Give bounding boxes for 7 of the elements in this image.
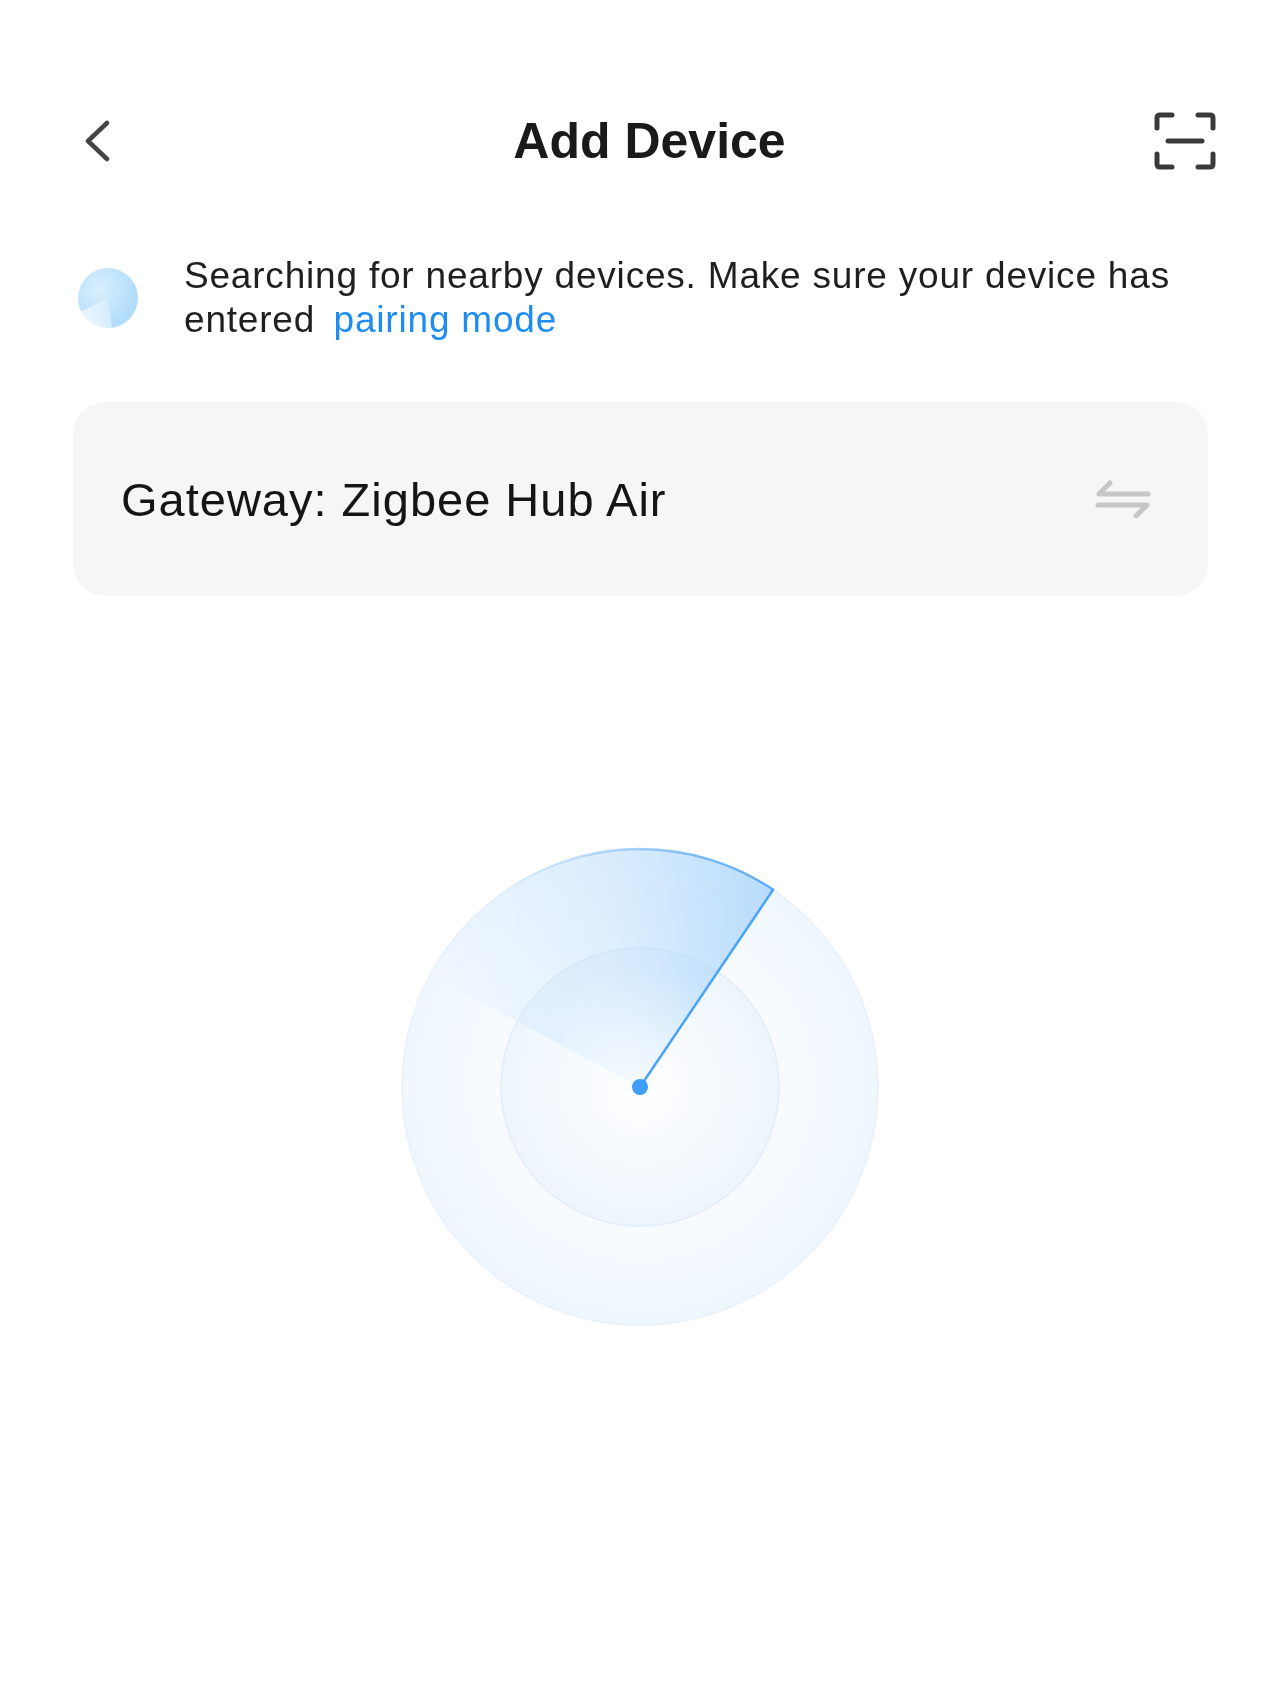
search-message: Searching for nearby devices. Make sure your device has entered pairing mode (184, 254, 1171, 342)
scan-icon[interactable] (1154, 112, 1216, 170)
gateway-label: Gateway: Zigbee Hub Air (121, 471, 667, 527)
page-title: Add Device (513, 112, 786, 171)
gateway-card[interactable]: Gateway: Zigbee Hub Air (73, 402, 1208, 596)
pie-spinner-icon (78, 268, 138, 328)
chevron-left-icon[interactable] (83, 120, 111, 162)
